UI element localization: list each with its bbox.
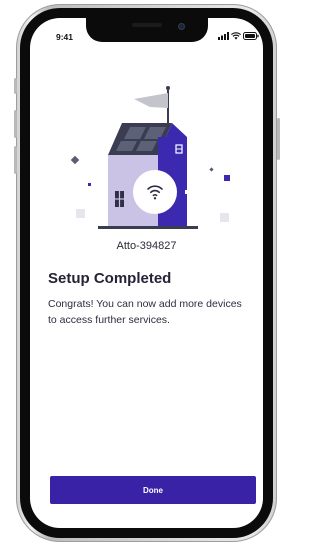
flag <box>134 93 168 108</box>
notch <box>86 18 208 42</box>
flag-pole-top <box>166 86 170 90</box>
done-button[interactable]: Done <box>50 476 256 504</box>
status-time: 9:41 <box>56 32 74 42</box>
volume-up-button <box>14 110 17 138</box>
mute-switch <box>14 78 17 94</box>
wifi-badge <box>133 170 177 214</box>
status-icons <box>218 32 259 40</box>
confetti-diamond <box>70 155 80 165</box>
front-camera <box>178 23 185 30</box>
house-wall-right-top <box>158 137 187 155</box>
volume-down-button <box>14 146 17 174</box>
setup-message: Congrats! You can now add more devices t… <box>48 298 242 326</box>
confetti-square-light-right <box>220 213 229 222</box>
page-title: Setup Completed <box>48 270 172 287</box>
confetti-square-purple <box>224 175 230 181</box>
house-illustration <box>70 86 230 229</box>
confetti-square-light <box>76 209 85 218</box>
confetti-small <box>88 183 91 186</box>
device-name: Atto-394827 <box>116 240 177 252</box>
wifi-icon <box>231 32 241 40</box>
power-button <box>277 118 280 160</box>
confetti-tiny <box>209 167 214 172</box>
battery-icon <box>243 32 259 40</box>
speaker <box>132 23 162 27</box>
ground-line <box>98 226 198 229</box>
house-light-dot <box>185 190 189 194</box>
cellular-signal-icon <box>218 32 229 40</box>
app-screen: 9:41 Atto-394827 Setup Completed Congrat… <box>30 18 263 528</box>
